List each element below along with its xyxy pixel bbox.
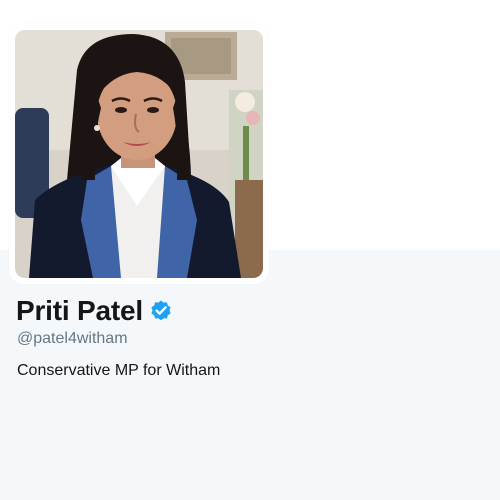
- user-handle[interactable]: @patel4witham: [17, 330, 128, 348]
- display-name[interactable]: Priti Patel: [16, 295, 143, 327]
- avatar-frame[interactable]: [9, 24, 269, 284]
- avatar[interactable]: [15, 30, 263, 278]
- verified-badge-icon: [151, 300, 171, 321]
- profile-bio: Conservative MP for Witham: [17, 362, 221, 379]
- profile-page: Priti Patel @patel4witham Conservative M…: [0, 0, 500, 500]
- name-row: Priti Patel: [16, 291, 173, 331]
